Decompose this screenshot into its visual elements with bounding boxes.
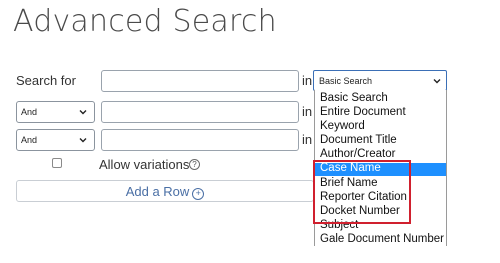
search-input-3[interactable] [101, 129, 299, 151]
option-document-title[interactable]: Document Title [320, 134, 397, 146]
in-label-1: in [302, 73, 313, 88]
operator-select-2[interactable]: And [16, 129, 95, 151]
chevron-down-icon [433, 79, 441, 84]
annotation-highlight-box [313, 160, 411, 224]
search-type-selected: Basic Search [319, 76, 373, 86]
add-row-button[interactable]: Add a Row + [16, 180, 314, 202]
search-input-1[interactable] [101, 70, 299, 92]
in-label-2: in [302, 104, 313, 119]
allow-variations-checkbox[interactable] [52, 158, 62, 168]
plus-circle-icon: + [192, 188, 205, 200]
help-icon[interactable]: ? [189, 159, 200, 170]
search-for-label: Search for [16, 73, 76, 88]
operator-value-2: And [21, 135, 38, 145]
option-keyword[interactable]: Keyword [320, 120, 365, 132]
operator-select-1[interactable]: And [16, 101, 95, 123]
search-type-select[interactable]: Basic Search [313, 70, 447, 91]
option-gale-document-number[interactable]: Gale Document Number [320, 233, 444, 245]
chevron-down-icon [79, 110, 87, 115]
page-title: Advanced Search [13, 4, 277, 39]
option-author-creator[interactable]: Author/Creator [320, 148, 395, 160]
chevron-down-icon [79, 138, 87, 143]
in-label-3: in [302, 132, 313, 147]
operator-value-1: And [21, 107, 38, 117]
search-input-2[interactable] [101, 101, 299, 123]
option-basic-search[interactable]: Basic Search [320, 92, 388, 104]
allow-variations-label: Allow variations [99, 157, 190, 172]
option-entire-document[interactable]: Entire Document [320, 106, 406, 118]
add-row-label: Add a Row [125, 184, 190, 199]
